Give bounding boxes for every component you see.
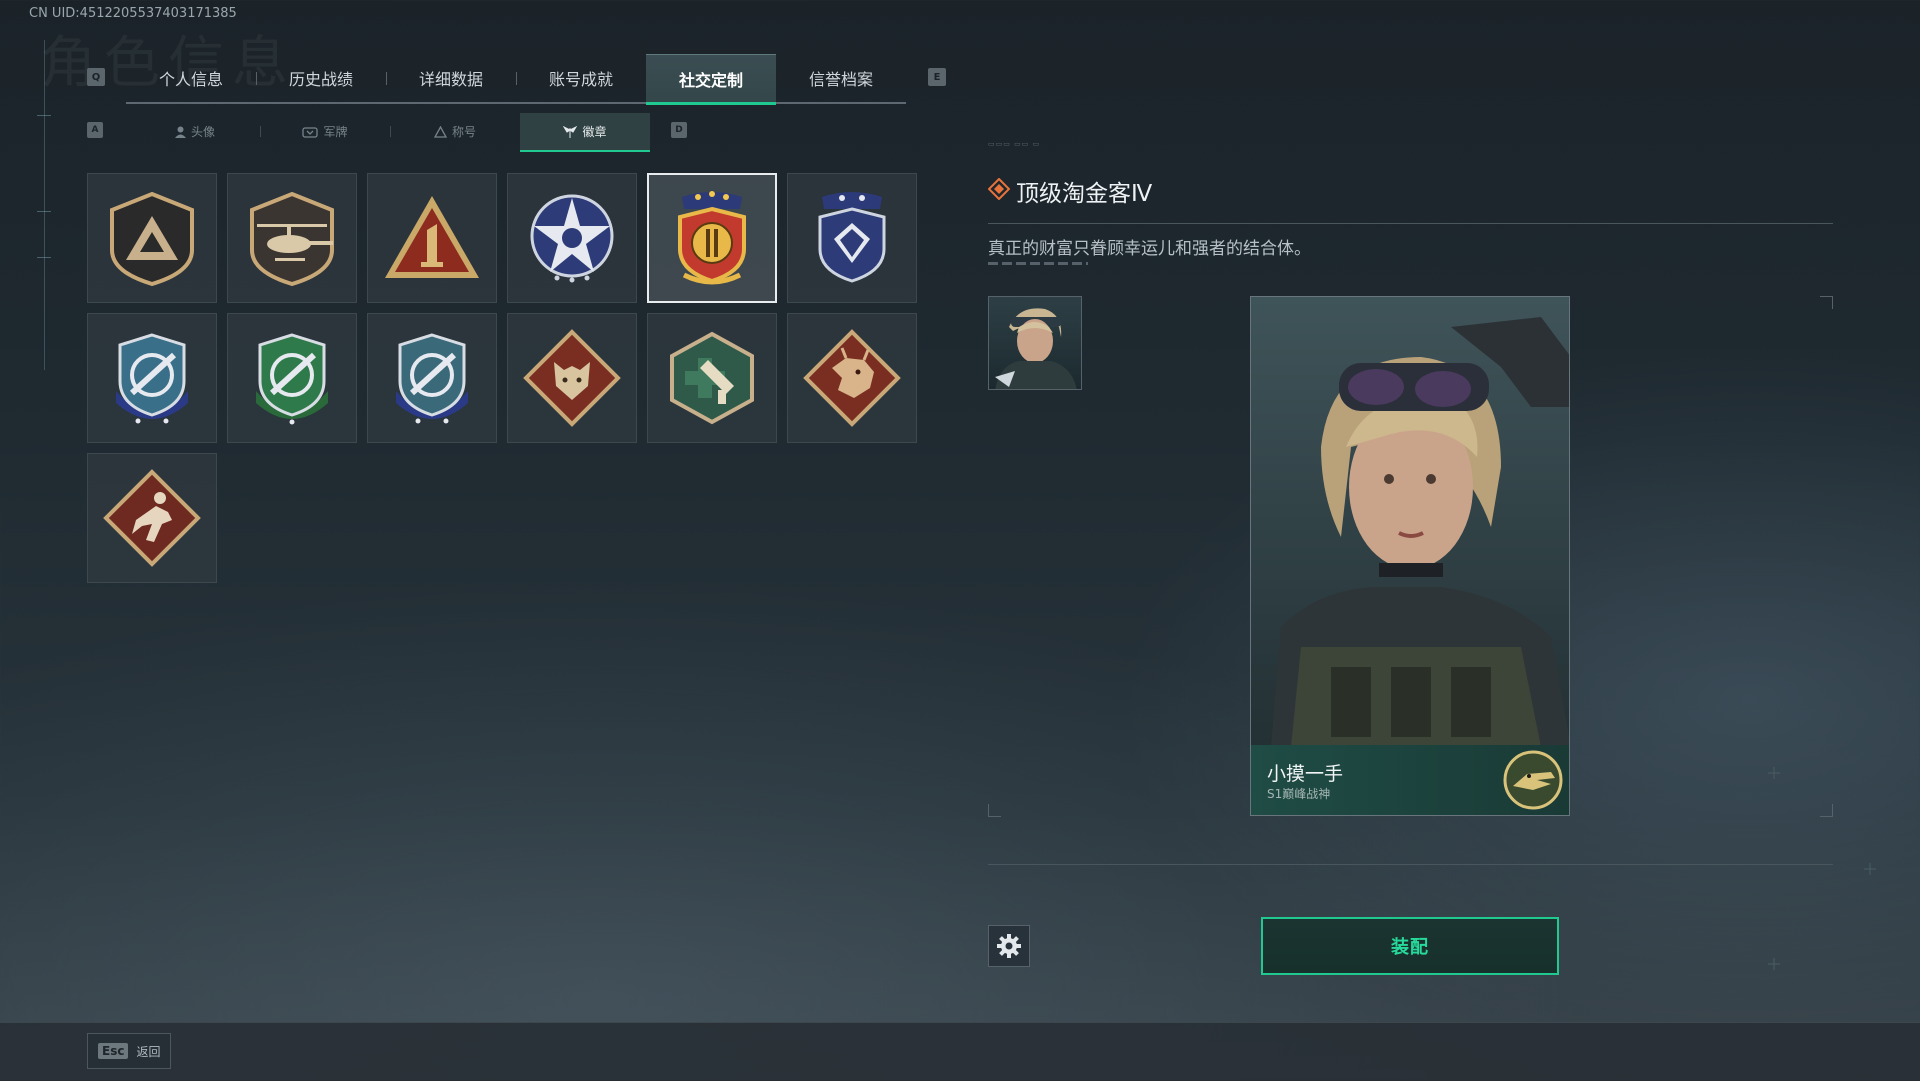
badge-detail-title: 顶级淘金客Ⅳ (1016, 181, 1153, 207)
left-deco-tick (37, 115, 51, 116)
frame-corner (1820, 804, 1833, 817)
subtab-badge[interactable]: 徽章 (520, 113, 650, 152)
detail-deco-tag: ▭▭▭ ▭▭ ▭ (988, 140, 1041, 148)
green-sniper-badge-icon (256, 333, 328, 425)
left-deco-tick (37, 257, 51, 258)
tab-achievements[interactable]: 账号成就 (516, 54, 646, 102)
dragon-diamond-badge-icon (803, 329, 901, 427)
next-subtab-key[interactable]: D (671, 122, 687, 138)
player-title: S1巅峰战神 (1267, 787, 1331, 801)
badge-cell[interactable] (227, 313, 357, 443)
sparkle-icon (1768, 958, 1780, 970)
uid-label: CN UID:4512205537403171385 (29, 6, 237, 21)
subtab-badge-label: 徽章 (582, 125, 607, 139)
back-button[interactable]: Esc 返回 (87, 1033, 171, 1069)
gear-icon (997, 934, 1021, 958)
settings-button[interactable] (988, 925, 1030, 967)
left-deco-line (44, 40, 45, 370)
detail-divider (988, 223, 1833, 224)
equip-button[interactable]: 装配 (1261, 917, 1559, 975)
subtab-title[interactable]: 称号 (390, 113, 520, 150)
runner-diamond-badge-icon (103, 469, 201, 567)
description-deco (988, 262, 1088, 265)
tab-social-customization[interactable]: 社交定制 (646, 54, 776, 105)
sparkle-icon (1768, 767, 1780, 779)
badge-cell[interactable] (647, 313, 777, 443)
diamond-shield-badge-icon (818, 192, 886, 283)
helicopter-shield-badge-icon (250, 191, 334, 287)
number-one-badge-icon (385, 196, 479, 278)
badge-detail-description: 真正的财富只眷顾幸运儿和强者的结合体。 (988, 239, 1311, 259)
navy-sniper-badge-icon (396, 333, 468, 424)
operator-card: 小摸一手 S1巅峰战神 (1250, 296, 1570, 816)
bottom-bar (0, 1022, 1920, 1081)
card-footer: 小摸一手 S1巅峰战神 (1251, 745, 1569, 815)
gold-crest-badge-icon (678, 191, 746, 285)
triangle-shield-badge-icon (110, 191, 194, 287)
panel-divider (988, 864, 1833, 865)
left-deco-tick (37, 211, 51, 212)
back-label: 返回 (136, 1044, 161, 1059)
prev-subtab-key[interactable]: A (87, 122, 103, 138)
badge-cell[interactable] (507, 313, 637, 443)
operator-portrait (1251, 297, 1569, 747)
wolf-diamond-badge-icon (523, 329, 621, 427)
badge-cell[interactable] (227, 173, 357, 303)
tab-detailed-stats[interactable]: 详细数据 (386, 54, 516, 102)
dogtag-icon (302, 126, 319, 138)
tab-match-history[interactable]: 历史战绩 (256, 54, 386, 102)
title-rank-icon (988, 178, 1010, 200)
badge-cell[interactable] (787, 313, 917, 443)
next-tab-key[interactable]: E (928, 68, 946, 86)
subtab-avatar[interactable]: 头像 (130, 113, 260, 150)
tab-credit-record[interactable]: 信誉档案 (776, 54, 906, 102)
tab-personal-info[interactable]: 个人信息 (126, 54, 256, 102)
badge-grid (87, 173, 919, 583)
sub-tab-bar: 头像 军牌 称号 徽章 (130, 113, 650, 152)
player-name: 小摸一手 (1267, 763, 1344, 785)
frame-corner (1820, 296, 1833, 309)
badge-cell[interactable] (367, 173, 497, 303)
main-tab-bar: 个人信息 历史战绩 详细数据 账号成就 社交定制 信誉档案 (126, 54, 906, 105)
esc-key-badge: Esc (98, 1043, 129, 1059)
crocodile-badge-icon (1503, 750, 1563, 810)
frame-corner (988, 804, 1001, 817)
blue-sniper-badge-icon (116, 333, 188, 424)
triangle-icon (433, 125, 447, 138)
badge-cell[interactable] (87, 453, 217, 583)
badge-cell[interactable] (787, 173, 917, 303)
badge-cell-selected[interactable] (647, 173, 777, 303)
subtab-dogtag[interactable]: 军牌 (260, 113, 390, 150)
sparkle-icon (1864, 863, 1876, 875)
wings-icon (563, 125, 578, 138)
medic-hexagon-badge-icon (670, 331, 754, 425)
badge-cell[interactable] (87, 173, 217, 303)
subtab-dogtag-label: 军牌 (323, 125, 348, 139)
badge-cell[interactable] (87, 313, 217, 443)
subtab-avatar-label: 头像 (190, 125, 215, 139)
star-emblem-badge-icon (530, 194, 614, 283)
subtab-title-label: 称号 (451, 125, 476, 139)
person-icon (174, 126, 186, 138)
badge-cell[interactable] (367, 313, 497, 443)
badge-cell[interactable] (507, 173, 637, 303)
prev-tab-key[interactable]: Q (87, 68, 105, 86)
